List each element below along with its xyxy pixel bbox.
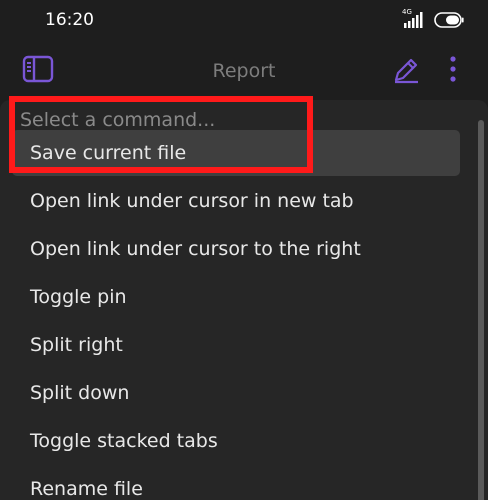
command-item-toggle-stacked-tabs[interactable]: Toggle stacked tabs (12, 418, 460, 466)
pencil-icon[interactable] (392, 56, 420, 84)
command-item-save-current-file[interactable]: Save current file (12, 130, 460, 176)
status-time: 16:20 (45, 10, 94, 30)
app-screen: 16:20 4G Report Select a command... Save… (0, 0, 488, 500)
command-item-toggle-pin[interactable]: Toggle pin (12, 274, 460, 322)
command-item-rename-file[interactable]: Rename file (12, 466, 460, 500)
command-list: Save current file Open link under cursor… (0, 130, 488, 500)
command-item-split-right[interactable]: Split right (12, 322, 460, 370)
command-item-split-down[interactable]: Split down (12, 370, 460, 418)
more-vertical-icon[interactable] (446, 54, 460, 84)
status-icons: 4G (402, 8, 464, 30)
command-item-open-link-right[interactable]: Open link under cursor to the right (12, 226, 460, 274)
command-item-open-link-new-tab[interactable]: Open link under cursor in new tab (12, 178, 460, 226)
app-header: Report (0, 40, 488, 100)
signal-icon: 4G (402, 8, 426, 29)
command-palette: Save current file Open link under cursor… (0, 100, 488, 500)
status-bar: 16:20 4G (0, 0, 488, 40)
palette-scrollbar[interactable] (478, 120, 484, 500)
battery-icon (434, 12, 464, 28)
